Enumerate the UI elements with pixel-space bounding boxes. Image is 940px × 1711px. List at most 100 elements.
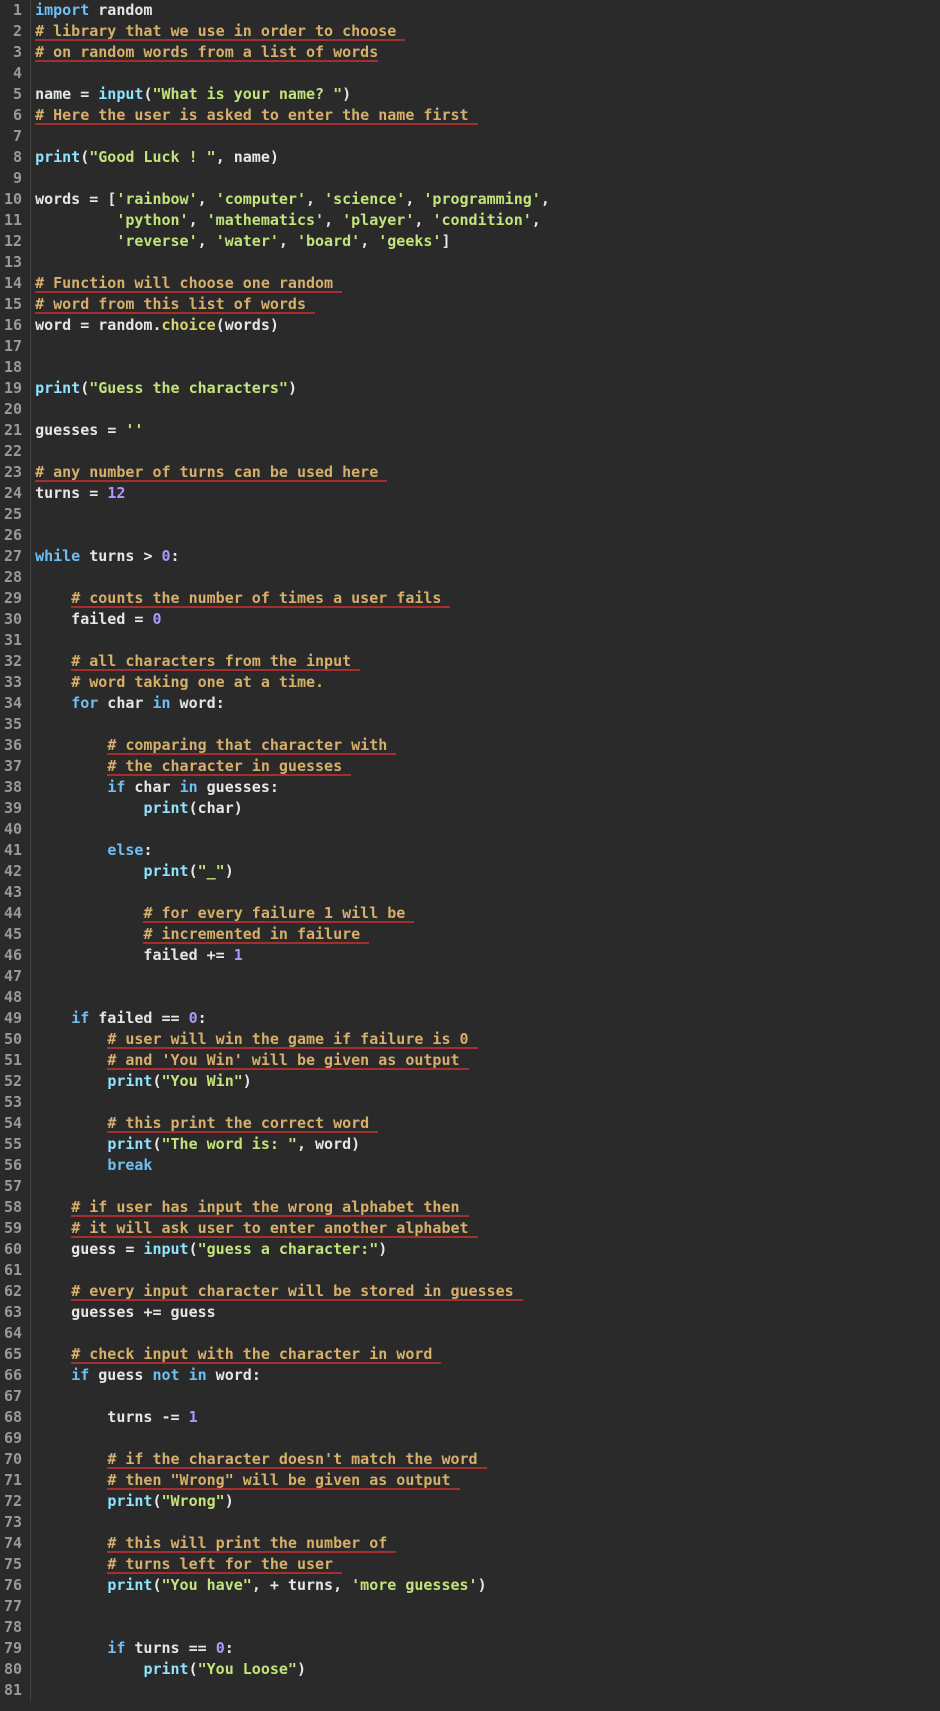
code-line[interactable]: # the character in guesses	[35, 756, 550, 777]
code-line[interactable]: # and 'You Win' will be given as output	[35, 1050, 550, 1071]
code-line[interactable]	[35, 1092, 550, 1113]
code-line[interactable]	[35, 1596, 550, 1617]
code-line[interactable]: else:	[35, 840, 550, 861]
code-line[interactable]	[35, 1323, 550, 1344]
code-line[interactable]	[35, 1386, 550, 1407]
code-line[interactable]: print("You Win")	[35, 1071, 550, 1092]
code-line[interactable]: # on random words from a list of words	[35, 42, 550, 63]
code-line[interactable]: guesses = ''	[35, 420, 550, 441]
code-line[interactable]	[35, 336, 550, 357]
code-line[interactable]	[35, 126, 550, 147]
code-line[interactable]: # if user has input the wrong alphabet t…	[35, 1197, 550, 1218]
code-token: # library that we use in order to choose	[35, 22, 405, 40]
code-line[interactable]: turns -= 1	[35, 1407, 550, 1428]
code-line[interactable]: print("You Loose")	[35, 1659, 550, 1680]
code-line[interactable]	[35, 357, 550, 378]
line-number: 77	[4, 1596, 24, 1617]
code-line[interactable]: break	[35, 1155, 550, 1176]
code-line[interactable]: print(char)	[35, 798, 550, 819]
code-line[interactable]: while turns > 0:	[35, 546, 550, 567]
code-line[interactable]: # turns left for the user	[35, 1554, 550, 1575]
code-line[interactable]: # counts the number of times a user fail…	[35, 588, 550, 609]
code-line[interactable]	[35, 1176, 550, 1197]
code-line[interactable]	[35, 1428, 550, 1449]
code-line[interactable]	[35, 441, 550, 462]
code-line[interactable]: # then "Wrong" will be given as output	[35, 1470, 550, 1491]
line-number: 21	[4, 420, 24, 441]
code-line[interactable]: failed += 1	[35, 945, 550, 966]
code-line[interactable]: 'reverse', 'water', 'board', 'geeks']	[35, 231, 550, 252]
code-line[interactable]: turns = 12	[35, 483, 550, 504]
code-line[interactable]: # Here the user is asked to enter the na…	[35, 105, 550, 126]
code-line[interactable]	[35, 63, 550, 84]
code-line[interactable]	[35, 882, 550, 903]
line-number: 5	[4, 84, 24, 105]
code-line[interactable]: failed = 0	[35, 609, 550, 630]
code-line[interactable]	[35, 399, 550, 420]
code-line[interactable]: # Function will choose one random	[35, 273, 550, 294]
code-line[interactable]	[35, 252, 550, 273]
line-number: 67	[4, 1386, 24, 1407]
code-line[interactable]: # comparing that character with	[35, 735, 550, 756]
code-line[interactable]: word = random.choice(words)	[35, 315, 550, 336]
code-line[interactable]: print("Good Luck ! ", name)	[35, 147, 550, 168]
code-token: "You Loose"	[198, 1660, 297, 1678]
code-line[interactable]: # for every failure 1 will be	[35, 903, 550, 924]
code-token: =	[125, 1240, 143, 1258]
code-line[interactable]: # user will win the game if failure is 0	[35, 1029, 550, 1050]
code-token	[180, 1366, 189, 1384]
code-line[interactable]	[35, 714, 550, 735]
code-line[interactable]: # all characters from the input	[35, 651, 550, 672]
code-token: -=	[162, 1408, 189, 1426]
code-line[interactable]: for char in word:	[35, 693, 550, 714]
code-line[interactable]: print("Guess the characters")	[35, 378, 550, 399]
code-line[interactable]: if failed == 0:	[35, 1008, 550, 1029]
code-line[interactable]: print("Wrong")	[35, 1491, 550, 1512]
code-line[interactable]: print("_")	[35, 861, 550, 882]
code-token: turns	[80, 547, 143, 565]
code-line[interactable]	[35, 504, 550, 525]
code-token: print	[35, 379, 80, 397]
code-line[interactable]	[35, 630, 550, 651]
line-number: 12	[4, 231, 24, 252]
code-line[interactable]: # word from this list of words	[35, 294, 550, 315]
code-line[interactable]	[35, 168, 550, 189]
code-line[interactable]: guesses += guess	[35, 1302, 550, 1323]
code-line[interactable]	[35, 567, 550, 588]
code-token	[35, 1135, 107, 1153]
code-line[interactable]: # this print the correct word	[35, 1113, 550, 1134]
code-line[interactable]: # if the character doesn't match the wor…	[35, 1449, 550, 1470]
code-line[interactable]	[35, 1512, 550, 1533]
code-line[interactable]	[35, 1680, 550, 1701]
code-line[interactable]: # library that we use in order to choose	[35, 21, 550, 42]
code-token: )	[243, 1072, 252, 1090]
code-line[interactable]: # every input character will be stored i…	[35, 1281, 550, 1302]
code-editor[interactable]: 1234567891011121314151617181920212223242…	[0, 0, 940, 1711]
code-area[interactable]: import random# library that we use in or…	[31, 0, 550, 1701]
code-line[interactable]: print("The word is: ", word)	[35, 1134, 550, 1155]
code-line[interactable]	[35, 525, 550, 546]
code-line[interactable]: name = input("What is your name? ")	[35, 84, 550, 105]
code-line[interactable]	[35, 966, 550, 987]
code-line[interactable]: if guess not in word:	[35, 1365, 550, 1386]
code-line[interactable]	[35, 819, 550, 840]
code-line[interactable]: guess = input("guess a character:")	[35, 1239, 550, 1260]
code-line[interactable]: words = ['rainbow', 'computer', 'science…	[35, 189, 550, 210]
code-line[interactable]: # word taking one at a time.	[35, 672, 550, 693]
code-line[interactable]: if char in guesses:	[35, 777, 550, 798]
code-line[interactable]	[35, 1617, 550, 1638]
code-line[interactable]: 'python', 'mathematics', 'player', 'cond…	[35, 210, 550, 231]
code-line[interactable]: # it will ask user to enter another alph…	[35, 1218, 550, 1239]
code-line[interactable]: print("You have", + turns, 'more guesses…	[35, 1575, 550, 1596]
code-line[interactable]: if turns == 0:	[35, 1638, 550, 1659]
code-line[interactable]	[35, 1260, 550, 1281]
code-line[interactable]: # any number of turns can be used here	[35, 462, 550, 483]
line-number: 25	[4, 504, 24, 525]
code-line[interactable]: # this will print the number of	[35, 1533, 550, 1554]
line-number: 45	[4, 924, 24, 945]
code-line[interactable]: # incremented in failure	[35, 924, 550, 945]
code-line[interactable]: # check input with the character in word	[35, 1344, 550, 1365]
code-line[interactable]	[35, 987, 550, 1008]
code-line[interactable]: import random	[35, 0, 550, 21]
code-token: print	[107, 1492, 152, 1510]
